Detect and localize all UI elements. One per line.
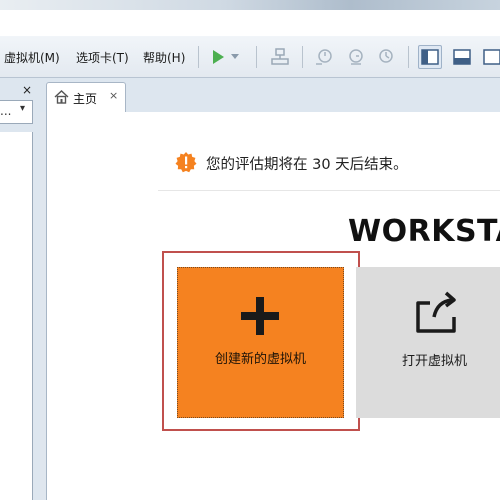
console-view-icon[interactable] [450, 45, 474, 69]
network-icon[interactable] [268, 45, 292, 69]
menu-vm[interactable]: 虚拟机(M) [4, 49, 60, 66]
divider [158, 190, 500, 191]
toolbar-separator [302, 46, 303, 68]
product-brand: WORKSTA [348, 214, 500, 249]
open-folder-icon [416, 291, 456, 333]
tab-close-icon[interactable]: × [109, 89, 118, 102]
snapshot-icon[interactable] [312, 45, 336, 69]
toolbar-separator [408, 46, 409, 68]
open-vm-label: 打开虚拟机 [402, 354, 468, 369]
create-vm-label: 创建新的虚拟机 [214, 352, 306, 367]
window-top-edge [0, 0, 500, 10]
library-view-icon[interactable] [418, 45, 442, 69]
home-icon [54, 89, 69, 108]
create-vm-button[interactable]: 创建新的虚拟机 [177, 267, 344, 418]
library-tree[interactable] [0, 132, 33, 500]
tab-home-label: 主页 [73, 92, 98, 106]
warning-icon [175, 152, 197, 173]
menu-help[interactable]: 帮助(H) [143, 49, 185, 66]
play-icon[interactable] [206, 45, 230, 69]
menu-tabs[interactable]: 选项卡(T) [76, 49, 129, 66]
library-close-icon[interactable]: × [22, 83, 32, 97]
snapshot-manager-icon[interactable] [374, 45, 398, 69]
evaluation-notice: 您的评估期将在 30 天后结束。 [206, 157, 408, 173]
title-bar [0, 10, 500, 36]
app-window: 虚拟机(M) 选项卡(T) 帮助(H) × ... ▾ 主页 × 您的评估期将在… [0, 0, 500, 500]
library-search-placeholder: ... [0, 104, 12, 118]
plus-icon [241, 297, 279, 335]
open-vm-button[interactable]: 打开虚拟机 [356, 267, 500, 418]
toolbar-separator [198, 46, 199, 68]
chevron-down-icon[interactable]: ▾ [20, 103, 25, 114]
fullscreen-icon[interactable] [480, 45, 500, 69]
tab-home[interactable]: 主页 × [46, 82, 126, 112]
snapshot-revert-icon[interactable] [344, 45, 368, 69]
toolbar-separator [256, 46, 257, 68]
play-dropdown-icon[interactable] [228, 45, 242, 69]
menu-toolbar-bar: 虚拟机(M) 选项卡(T) 帮助(H) [0, 36, 500, 78]
